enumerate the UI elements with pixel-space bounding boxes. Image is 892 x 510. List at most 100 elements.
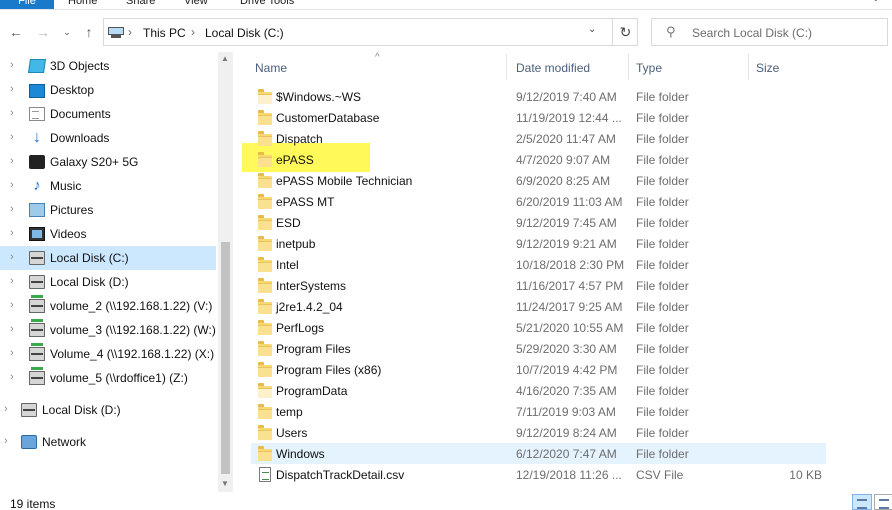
nav-item-downloads[interactable]: › ↓ Downloads: [0, 126, 216, 150]
nav-item-desktop[interactable]: › Desktop: [0, 78, 216, 102]
file-row[interactable]: DispatchTrackDetail.csv 12/19/2018 11:26 …: [251, 464, 826, 485]
nav-item-label: volume_2 (\\192.168.1.22) (V:): [50, 299, 213, 313]
csv-file-icon: [257, 467, 273, 482]
chevron-down-icon[interactable]: ⌄: [872, 0, 880, 4]
file-name: ESD: [276, 216, 301, 230]
refresh-icon[interactable]: ↻: [612, 19, 638, 45]
column-header-size[interactable]: Size: [756, 61, 779, 75]
nav-item-network[interactable]: › Network: [0, 430, 216, 454]
expand-chevron-icon[interactable]: ›: [10, 347, 14, 359]
tab-share[interactable]: Share: [126, 0, 155, 8]
tab-drive-tools[interactable]: Drive Tools: [240, 0, 294, 8]
expand-chevron-icon[interactable]: ›: [10, 155, 14, 167]
nav-item-videos[interactable]: › Videos: [0, 222, 216, 246]
nav-item-volume-3-192-168-1-22-w[interactable]: › volume_3 (\\192.168.1.22) (W:): [0, 318, 216, 342]
file-type: File folder: [636, 405, 689, 419]
nav-item-volume-5-rdoffice1-z[interactable]: › volume_5 (\\rdoffice1) (Z:): [0, 366, 216, 390]
status-bar: 19 items: [0, 494, 892, 510]
forward-arrow-icon[interactable]: →: [34, 23, 52, 41]
folder-icon: [257, 131, 273, 146]
file-row[interactable]: InterSystems 11/16/2017 4:57 PM File folde…: [251, 275, 826, 296]
breadcrumb-separator[interactable]: ›: [128, 25, 132, 39]
column-header-name[interactable]: Name: [255, 61, 287, 75]
file-row[interactable]: j2re1.4.2_04 11/24/2017 9:25 AM File folde…: [251, 296, 826, 317]
breadcrumb-this-pc[interactable]: This PC: [143, 26, 186, 40]
file-row[interactable]: temp 7/11/2019 9:03 AM File folder: [251, 401, 826, 422]
search-input[interactable]: Search Local Disk (C:): [692, 26, 812, 40]
nav-item-volume-2-192-168-1-22-v[interactable]: › volume_2 (\\192.168.1.22) (V:): [0, 294, 216, 318]
breadcrumb-separator[interactable]: ›: [191, 25, 195, 39]
column-header-date-modified[interactable]: Date modified: [516, 61, 590, 75]
back-arrow-icon[interactable]: ←: [7, 23, 25, 41]
file-row[interactable]: inetpub 9/12/2019 9:21 AM File folder: [251, 233, 826, 254]
nav-item-local-disk-c[interactable]: › Local Disk (C:): [0, 246, 216, 270]
expand-chevron-icon[interactable]: ›: [10, 275, 14, 287]
file-type: File folder: [636, 300, 689, 314]
scroll-up-icon[interactable]: ▲: [221, 54, 229, 63]
column-divider[interactable]: [506, 54, 507, 80]
file-row[interactable]: $Windows.~WS 9/12/2019 7:40 AM File folder: [251, 86, 826, 107]
file-row[interactable]: PerfLogs 5/21/2020 10:55 AM File folder: [251, 317, 826, 338]
column-divider[interactable]: [628, 54, 629, 80]
nav-item-local-disk-d[interactable]: › Local Disk (D:): [0, 398, 216, 422]
expand-chevron-icon[interactable]: ›: [10, 299, 14, 311]
hard-drive-icon: [21, 403, 37, 417]
ribbon: File Home Share View Drive Tools ⌄: [0, 0, 892, 10]
file-row[interactable]: Dispatch 2/5/2020 11:47 AM File folder: [251, 128, 826, 149]
folder-icon: [257, 110, 273, 125]
expand-chevron-icon[interactable]: ›: [10, 107, 14, 119]
file-name: $Windows.~WS: [276, 90, 362, 104]
file-row[interactable]: Users 9/12/2019 8:24 AM File folder: [251, 422, 826, 443]
expand-chevron-icon[interactable]: ›: [10, 227, 14, 239]
file-row[interactable]: ePASS 4/7/2020 9:07 AM File folder: [251, 149, 826, 170]
nav-item-local-disk-d[interactable]: › Local Disk (D:): [0, 270, 216, 294]
file-row[interactable]: ePASS MT 6/20/2019 11:03 AM File folder: [251, 191, 826, 212]
file-row[interactable]: ESD 9/12/2019 7:45 AM File folder: [251, 212, 826, 233]
expand-chevron-icon[interactable]: ›: [10, 59, 14, 71]
address-dropdown-chevron-icon[interactable]: ⌄: [588, 24, 596, 35]
tab-home[interactable]: Home: [68, 0, 97, 8]
folder-icon: [257, 341, 273, 356]
file-row[interactable]: Windows 6/12/2020 7:47 AM File folder: [251, 443, 826, 464]
address-bar[interactable]: › This PC › Local Disk (C:) ⌄ ↻: [103, 18, 638, 46]
file-tab[interactable]: File: [0, 0, 54, 9]
up-arrow-icon[interactable]: ↑: [80, 23, 98, 41]
search-box[interactable]: ⚲ Search Local Disk (C:): [651, 18, 888, 46]
column-divider[interactable]: [748, 54, 749, 80]
nav-item-music[interactable]: › ♪ Music: [0, 174, 216, 198]
file-name: DispatchTrackDetail.csv: [276, 468, 405, 482]
nav-item-pictures[interactable]: › Pictures: [0, 198, 216, 222]
file-name: ePASS: [276, 153, 314, 167]
tab-view[interactable]: View: [184, 0, 208, 8]
file-type: File folder: [636, 174, 689, 188]
file-row[interactable]: CustomerDatabase 11/19/2019 12:44 ... File…: [251, 107, 826, 128]
expand-chevron-icon[interactable]: ›: [4, 403, 8, 415]
expand-chevron-icon[interactable]: ›: [10, 179, 14, 191]
expand-chevron-icon[interactable]: ›: [10, 371, 14, 383]
file-date-modified: 12/19/2018 11:26 ...: [516, 468, 622, 482]
large-icons-view-icon[interactable]: [874, 494, 892, 510]
nav-item-volume-4-192-168-1-22-x[interactable]: › Volume_4 (\\192.168.1.22) (X:): [0, 342, 216, 366]
nav-item-3d-objects[interactable]: › 3D Objects: [0, 54, 216, 78]
expand-chevron-icon[interactable]: ›: [10, 131, 14, 143]
file-row[interactable]: Program Files (x86) 10/7/2019 4:42 PM File…: [251, 359, 826, 380]
file-row[interactable]: Intel 10/18/2018 2:30 PM File folder: [251, 254, 826, 275]
nav-item-galaxy-s20-5g[interactable]: › Galaxy S20+ 5G: [0, 150, 216, 174]
nav-item-documents[interactable]: › Documents: [0, 102, 216, 126]
details-view-icon[interactable]: [852, 494, 872, 510]
expand-chevron-icon[interactable]: ›: [4, 435, 8, 447]
nav-item-label: Music: [50, 179, 82, 193]
file-row[interactable]: ePASS Mobile Technician 6/9/2020 8:25 AM F…: [251, 170, 826, 191]
breadcrumb-local-disk-c[interactable]: Local Disk (C:): [205, 26, 284, 40]
file-row[interactable]: Program Files 5/29/2020 3:30 AM File folde…: [251, 338, 826, 359]
scroll-down-icon[interactable]: ▼: [221, 479, 229, 488]
scrollbar-thumb[interactable]: [221, 242, 230, 474]
file-row[interactable]: ProgramData 4/16/2020 7:35 AM File folder: [251, 380, 826, 401]
navigation-pane-scrollbar[interactable]: ▲ ▼: [218, 52, 233, 492]
expand-chevron-icon[interactable]: ›: [10, 203, 14, 215]
recent-locations-chevron-icon[interactable]: ⌄: [58, 23, 76, 41]
expand-chevron-icon[interactable]: ›: [10, 323, 14, 335]
expand-chevron-icon[interactable]: ›: [10, 83, 14, 95]
column-header-type[interactable]: Type: [636, 61, 662, 75]
expand-chevron-icon[interactable]: ›: [10, 251, 14, 263]
